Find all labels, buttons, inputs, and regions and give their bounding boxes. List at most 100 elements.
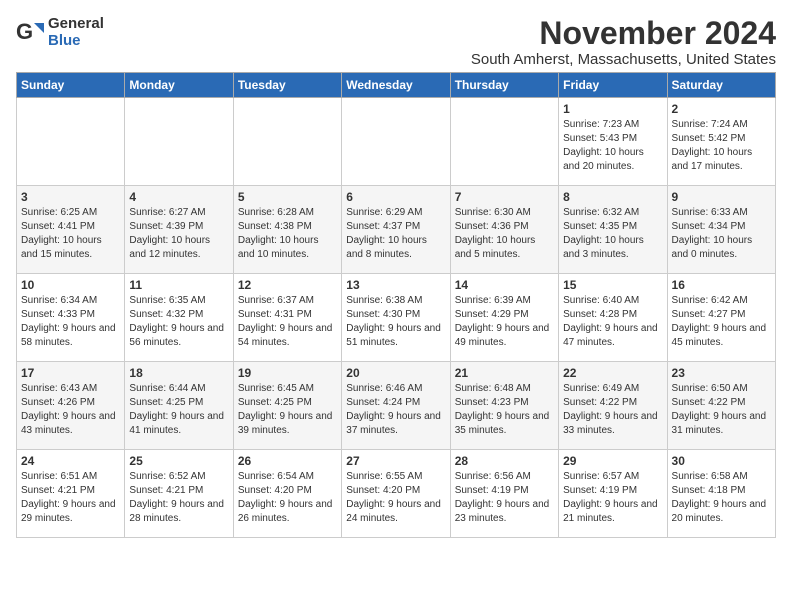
day-info: Sunrise: 6:51 AM Sunset: 4:21 PM Dayligh… (21, 470, 120, 526)
calendar-cell: 6Sunrise: 6:29 AM Sunset: 4:37 PM Daylig… (342, 186, 450, 274)
day-number: 11 (129, 278, 228, 292)
calendar-cell (233, 98, 341, 186)
weekday-header: Monday (125, 73, 233, 98)
weekday-header-row: SundayMondayTuesdayWednesdayThursdayFrid… (17, 73, 776, 98)
day-info: Sunrise: 6:56 AM Sunset: 4:19 PM Dayligh… (455, 470, 554, 526)
day-info: Sunrise: 6:43 AM Sunset: 4:26 PM Dayligh… (21, 382, 120, 438)
day-number: 1 (563, 102, 662, 116)
calendar-cell: 28 Sunrise: 6:56 AM Sunset: 4:19 PM Dayli… (450, 450, 558, 538)
day-number: 29 (563, 454, 662, 468)
calendar-cell: 2 Sunrise: 7:24 AM Sunset: 5:42 PM Daylig… (667, 98, 775, 186)
calendar-cell (17, 98, 125, 186)
calendar-cell: 7Sunrise: 6:30 AM Sunset: 4:36 PM Daylig… (450, 186, 558, 274)
day-info: Sunrise: 6:54 AM Sunset: 4:20 PM Dayligh… (238, 470, 337, 526)
day-number: 3 (21, 190, 120, 204)
weekday-header: Sunday (17, 73, 125, 98)
day-number: 2 (672, 102, 771, 116)
day-info: Sunrise: 6:50 AM Sunset: 4:22 PM Dayligh… (672, 382, 771, 438)
month-title: November 2024 (471, 16, 776, 51)
day-number: 24 (21, 454, 120, 468)
calendar-cell: 22 Sunrise: 6:49 AM Sunset: 4:22 PM Dayli… (559, 362, 667, 450)
calendar-cell (125, 98, 233, 186)
calendar-cell: 8 Sunrise: 6:32 AM Sunset: 4:35 PM Daylig… (559, 186, 667, 274)
calendar-week-row: 1Sunrise: 7:23 AM Sunset: 5:43 PM Daylig… (17, 98, 776, 186)
day-info: Sunrise: 7:24 AM Sunset: 5:42 PM Dayligh… (672, 118, 771, 174)
day-info: Sunrise: 6:29 AM Sunset: 4:37 PM Dayligh… (346, 206, 445, 262)
calendar-cell: 13 Sunrise: 6:38 AM Sunset: 4:30 PM Dayli… (342, 274, 450, 362)
location-title: South Amherst, Massachusetts, United Sta… (471, 51, 776, 68)
day-number: 19 (238, 366, 337, 380)
day-number: 30 (672, 454, 771, 468)
calendar-cell: 25 Sunrise: 6:52 AM Sunset: 4:21 PM Dayli… (125, 450, 233, 538)
title-block: November 2024 South Amherst, Massachuset… (471, 16, 776, 68)
weekday-header: Friday (559, 73, 667, 98)
calendar-cell: 19Sunrise: 6:45 AM Sunset: 4:25 PM Dayli… (233, 362, 341, 450)
calendar-cell: 5 Sunrise: 6:28 AM Sunset: 4:38 PM Daylig… (233, 186, 341, 274)
day-info: Sunrise: 6:35 AM Sunset: 4:32 PM Dayligh… (129, 294, 228, 350)
day-number: 12 (238, 278, 337, 292)
day-info: Sunrise: 6:28 AM Sunset: 4:38 PM Dayligh… (238, 206, 337, 262)
day-number: 18 (129, 366, 228, 380)
day-info: Sunrise: 6:33 AM Sunset: 4:34 PM Dayligh… (672, 206, 771, 262)
day-info: Sunrise: 6:37 AM Sunset: 4:31 PM Dayligh… (238, 294, 337, 350)
day-number: 14 (455, 278, 554, 292)
day-info: Sunrise: 6:42 AM Sunset: 4:27 PM Dayligh… (672, 294, 771, 350)
day-number: 22 (563, 366, 662, 380)
header: G General Blue November 2024 South Amher… (16, 16, 776, 68)
weekday-header: Saturday (667, 73, 775, 98)
calendar-week-row: 10Sunrise: 6:34 AM Sunset: 4:33 PM Dayli… (17, 274, 776, 362)
day-info: Sunrise: 6:55 AM Sunset: 4:20 PM Dayligh… (346, 470, 445, 526)
day-info: Sunrise: 6:25 AM Sunset: 4:41 PM Dayligh… (21, 206, 120, 262)
day-info: Sunrise: 6:49 AM Sunset: 4:22 PM Dayligh… (563, 382, 662, 438)
day-info: Sunrise: 6:32 AM Sunset: 4:35 PM Dayligh… (563, 206, 662, 262)
day-info: Sunrise: 6:38 AM Sunset: 4:30 PM Dayligh… (346, 294, 445, 350)
day-info: Sunrise: 6:46 AM Sunset: 4:24 PM Dayligh… (346, 382, 445, 438)
calendar-cell: 30 Sunrise: 6:58 AM Sunset: 4:18 PM Dayli… (667, 450, 775, 538)
calendar-cell: 17 Sunrise: 6:43 AM Sunset: 4:26 PM Dayli… (17, 362, 125, 450)
day-number: 8 (563, 190, 662, 204)
day-number: 17 (21, 366, 120, 380)
calendar-cell: 9Sunrise: 6:33 AM Sunset: 4:34 PM Daylig… (667, 186, 775, 274)
svg-text:G: G (16, 19, 33, 44)
day-info: Sunrise: 6:30 AM Sunset: 4:36 PM Dayligh… (455, 206, 554, 262)
calendar-cell: 21 Sunrise: 6:48 AM Sunset: 4:23 PM Dayli… (450, 362, 558, 450)
calendar-cell: 26 Sunrise: 6:54 AM Sunset: 4:20 PM Dayli… (233, 450, 341, 538)
logo-icon: G (16, 19, 44, 47)
calendar-cell: 3 Sunrise: 6:25 AM Sunset: 4:41 PM Daylig… (17, 186, 125, 274)
calendar-cell: 15 Sunrise: 6:40 AM Sunset: 4:28 PM Dayli… (559, 274, 667, 362)
calendar-cell: 27 Sunrise: 6:55 AM Sunset: 4:20 PM Dayli… (342, 450, 450, 538)
calendar-cell (450, 98, 558, 186)
calendar-cell: 1Sunrise: 7:23 AM Sunset: 5:43 PM Daylig… (559, 98, 667, 186)
day-number: 28 (455, 454, 554, 468)
day-info: Sunrise: 6:52 AM Sunset: 4:21 PM Dayligh… (129, 470, 228, 526)
day-number: 13 (346, 278, 445, 292)
calendar-cell: 11 Sunrise: 6:35 AM Sunset: 4:32 PM Dayli… (125, 274, 233, 362)
day-number: 4 (129, 190, 228, 204)
calendar-cell: 24 Sunrise: 6:51 AM Sunset: 4:21 PM Dayli… (17, 450, 125, 538)
day-number: 26 (238, 454, 337, 468)
calendar-cell: 23Sunrise: 6:50 AM Sunset: 4:22 PM Dayli… (667, 362, 775, 450)
day-info: Sunrise: 6:40 AM Sunset: 4:28 PM Dayligh… (563, 294, 662, 350)
calendar-week-row: 17 Sunrise: 6:43 AM Sunset: 4:26 PM Dayli… (17, 362, 776, 450)
day-number: 21 (455, 366, 554, 380)
day-info: Sunrise: 6:58 AM Sunset: 4:18 PM Dayligh… (672, 470, 771, 526)
calendar-week-row: 24 Sunrise: 6:51 AM Sunset: 4:21 PM Dayli… (17, 450, 776, 538)
day-number: 5 (238, 190, 337, 204)
day-number: 25 (129, 454, 228, 468)
calendar-cell: 20Sunrise: 6:46 AM Sunset: 4:24 PM Dayli… (342, 362, 450, 450)
day-number: 15 (563, 278, 662, 292)
logo: G General Blue (16, 16, 104, 49)
day-info: Sunrise: 6:39 AM Sunset: 4:29 PM Dayligh… (455, 294, 554, 350)
day-number: 10 (21, 278, 120, 292)
logo-blue: Blue (48, 33, 104, 50)
calendar-cell: 29 Sunrise: 6:57 AM Sunset: 4:19 PM Dayli… (559, 450, 667, 538)
day-number: 27 (346, 454, 445, 468)
calendar-cell: 18Sunrise: 6:44 AM Sunset: 4:25 PM Dayli… (125, 362, 233, 450)
weekday-header: Wednesday (342, 73, 450, 98)
logo-general: General (48, 16, 104, 33)
day-info: Sunrise: 6:57 AM Sunset: 4:19 PM Dayligh… (563, 470, 662, 526)
calendar-cell: 10Sunrise: 6:34 AM Sunset: 4:33 PM Dayli… (17, 274, 125, 362)
day-number: 16 (672, 278, 771, 292)
weekday-header: Tuesday (233, 73, 341, 98)
day-info: Sunrise: 6:48 AM Sunset: 4:23 PM Dayligh… (455, 382, 554, 438)
